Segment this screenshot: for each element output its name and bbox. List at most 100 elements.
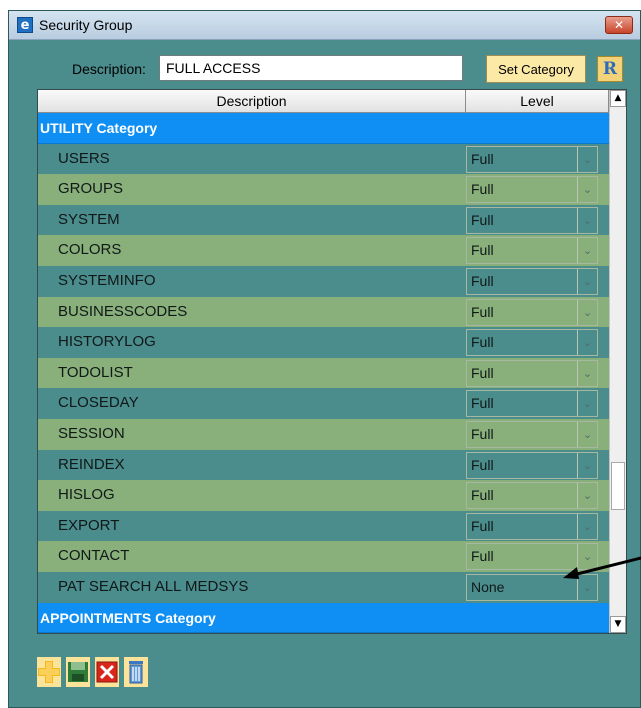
level-value: Full	[471, 303, 494, 320]
window-title: Security Group	[39, 17, 133, 33]
set-category-button[interactable]: Set Category	[486, 55, 586, 83]
level-dropdown[interactable]: Full ⌄	[466, 420, 598, 448]
level-value: Full	[471, 334, 494, 351]
level-dropdown[interactable]: Full ⌄	[466, 512, 598, 540]
permission-label: USERS	[58, 149, 110, 167]
permission-row-pat-search-all-medsys[interactable]: PAT SEARCH ALL MEDSYS None ⌄	[38, 571, 609, 603]
permission-row-system[interactable]: SYSTEM Full ⌄	[38, 204, 609, 236]
level-value: Full	[471, 211, 494, 228]
report-icon[interactable]: R	[597, 56, 623, 82]
chevron-down-icon[interactable]: ⌄	[577, 207, 597, 233]
plus-icon	[37, 656, 61, 687]
trash-button[interactable]	[124, 656, 148, 687]
level-dropdown[interactable]: Full ⌄	[466, 298, 598, 326]
level-value: None	[471, 578, 505, 595]
permission-label: CONTACT	[58, 547, 130, 565]
chevron-down-icon[interactable]: ⌄	[577, 177, 597, 203]
vertical-scrollbar[interactable]: ▲ ▼	[609, 90, 626, 633]
close-button[interactable]: ✕	[605, 16, 633, 34]
permission-row-session[interactable]: SESSION Full ⌄	[38, 418, 609, 450]
category-row-utility[interactable]: UTILITY Category	[38, 113, 609, 144]
security-group-window: e Security Group ✕ Description: Set Cate…	[8, 10, 641, 708]
level-dropdown[interactable]: Full ⌄	[466, 206, 598, 234]
scroll-down-icon[interactable]: ▼	[610, 616, 626, 633]
chevron-down-icon[interactable]: ⌄	[577, 391, 597, 417]
chevron-down-icon[interactable]: ⌄	[577, 299, 597, 325]
chevron-down-icon[interactable]: ⌄	[577, 330, 597, 356]
permission-label: HISTORYLOG	[58, 333, 156, 351]
permission-label: COLORS	[58, 241, 122, 259]
level-value: Full	[471, 425, 494, 442]
chevron-down-icon[interactable]: ⌄	[577, 483, 597, 509]
level-dropdown[interactable]: Full ⌄	[466, 482, 598, 510]
permission-row-todolist[interactable]: TODOLIST Full ⌄	[38, 357, 609, 389]
permission-row-hislog[interactable]: HISLOG Full ⌄	[38, 480, 609, 511]
annotation-arrow	[563, 556, 641, 579]
chevron-down-icon[interactable]: ⌄	[577, 268, 597, 294]
level-dropdown[interactable]: Full ⌄	[466, 329, 598, 357]
permission-row-systeminfo[interactable]: SYSTEMINFO Full ⌄	[38, 265, 609, 297]
level-dropdown[interactable]: Full ⌄	[466, 451, 598, 479]
level-value: Full	[471, 456, 494, 473]
chevron-down-icon[interactable]: ⌄	[577, 421, 597, 447]
trash-can-icon	[124, 656, 148, 687]
level-dropdown[interactable]: Full ⌄	[466, 237, 598, 265]
permission-label: CLOSEDAY	[58, 394, 139, 412]
category-row-appointments[interactable]: APPOINTMENTS Category	[38, 602, 609, 633]
permission-label: SYSTEMINFO	[58, 271, 156, 289]
red-x-icon	[95, 656, 119, 687]
permission-row-export[interactable]: EXPORT Full ⌄	[38, 510, 609, 542]
permission-row-contact[interactable]: CONTACT Full ⌄	[38, 541, 609, 572]
permission-row-groups[interactable]: GROUPS Full ⌄	[38, 174, 609, 205]
permission-label: EXPORT	[58, 516, 120, 534]
level-dropdown[interactable]: Full ⌄	[466, 359, 598, 387]
description-input[interactable]	[159, 55, 463, 81]
permission-label: GROUPS	[58, 180, 124, 198]
permission-row-colors[interactable]: COLORS Full ⌄	[38, 235, 609, 266]
level-value: Full	[471, 242, 494, 259]
permission-label: TODOLIST	[58, 363, 133, 381]
level-value: Full	[471, 395, 494, 412]
level-dropdown[interactable]: Full ⌄	[466, 390, 598, 418]
security-grid: Description Level UTILITY Category USERS…	[37, 89, 627, 634]
floppy-disk-icon	[66, 656, 90, 687]
permission-row-reindex[interactable]: REINDEX Full ⌄	[38, 449, 609, 481]
chevron-down-icon[interactable]: ⌄	[577, 360, 597, 386]
level-value: Full	[471, 272, 494, 289]
title-bar[interactable]: e Security Group ✕	[9, 11, 640, 40]
chevron-down-icon[interactable]: ⌄	[577, 146, 597, 172]
level-dropdown[interactable]: Full ⌄	[466, 176, 598, 204]
level-value: Full	[471, 517, 494, 534]
level-value: Full	[471, 181, 494, 198]
scrollbar-thumb[interactable]	[611, 462, 625, 510]
permission-label: PAT SEARCH ALL MEDSYS	[58, 577, 249, 595]
column-header-level[interactable]: Level	[466, 90, 609, 113]
level-value: Full	[471, 487, 494, 504]
column-header-description[interactable]: Description	[38, 90, 466, 113]
level-value: Full	[471, 150, 494, 167]
permission-row-users[interactable]: USERS Full ⌄	[38, 143, 609, 175]
level-value: Full	[471, 548, 494, 565]
level-dropdown[interactable]: Full ⌄	[466, 267, 598, 295]
grid-rows: UTILITY Category USERS Full ⌄ GROUPS Full…	[38, 113, 609, 633]
permission-row-closeday[interactable]: CLOSEDAY Full ⌄	[38, 388, 609, 419]
description-label: Description:	[72, 61, 146, 77]
delete-button[interactable]	[95, 656, 119, 687]
permission-row-businesscodes[interactable]: BUSINESSCODES Full ⌄	[38, 296, 609, 328]
chevron-down-icon[interactable]: ⌄	[577, 513, 597, 539]
scroll-up-icon[interactable]: ▲	[610, 90, 626, 107]
level-dropdown[interactable]: Full ⌄	[466, 145, 598, 173]
permission-label: SESSION	[58, 424, 125, 442]
permission-label: SYSTEM	[58, 210, 120, 228]
grid-header: Description Level	[38, 90, 609, 113]
permission-row-historylog[interactable]: HISTORYLOG Full ⌄	[38, 327, 609, 358]
level-value: Full	[471, 364, 494, 381]
save-button[interactable]	[66, 656, 90, 687]
chevron-down-icon[interactable]: ⌄	[577, 238, 597, 264]
permission-label: HISLOG	[58, 486, 115, 504]
bottom-toolbar	[37, 656, 148, 687]
add-button[interactable]	[37, 656, 61, 687]
close-icon: ✕	[613, 18, 625, 32]
app-icon: e	[17, 17, 33, 33]
chevron-down-icon[interactable]: ⌄	[577, 452, 597, 478]
